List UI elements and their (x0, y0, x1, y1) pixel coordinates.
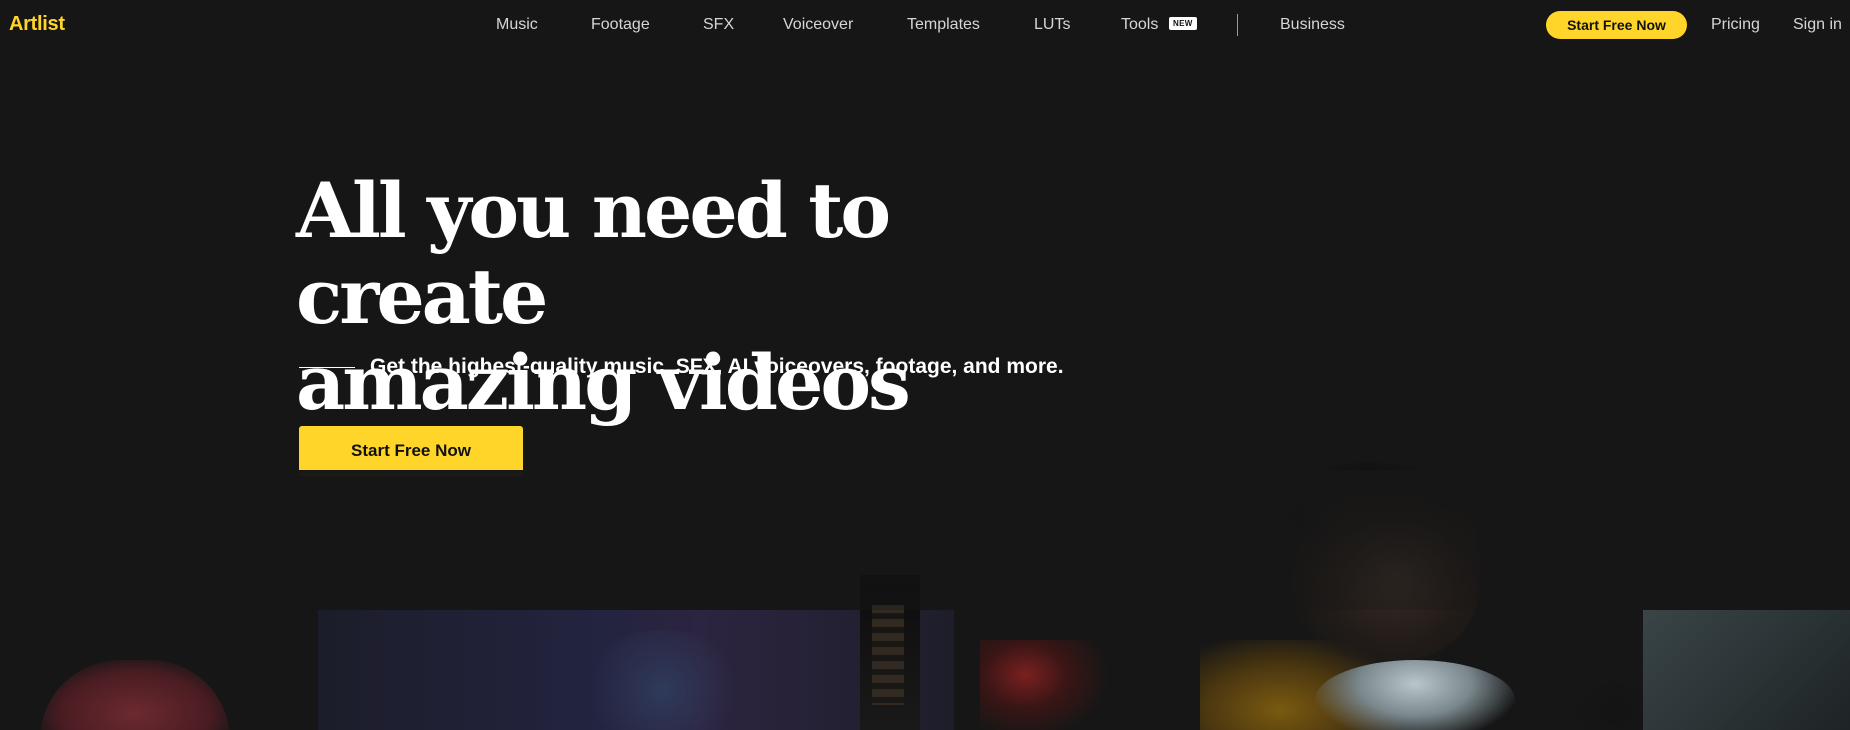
tools-new-badge: NEW (1169, 17, 1197, 30)
main-nav-links: Music Footage SFX Voiceover Templates LU… (0, 0, 1850, 50)
hero-title-line-1: All you need to create (296, 166, 891, 341)
hero-start-free-button[interactable]: Start Free Now (299, 426, 523, 476)
nav-link-footage[interactable]: Footage (591, 16, 650, 34)
strawberry-image (40, 660, 230, 730)
nav-link-music[interactable]: Music (496, 16, 538, 34)
nav-link-voiceover[interactable]: Voiceover (783, 16, 853, 34)
hero-image-collage (0, 462, 1850, 730)
page: Artlist Music Footage SFX Voiceover Temp… (0, 0, 1850, 730)
hero-subtitle: Get the highest-quality music, SFX, AI v… (370, 355, 1064, 378)
man-with-glasses-image (1255, 462, 1575, 730)
nav-link-tools[interactable]: Tools (1121, 16, 1158, 34)
nav-divider (1237, 14, 1238, 36)
hero-subtitle-row: Get the highest-quality music, SFX, AI v… (299, 355, 1064, 379)
man-face-shape (1290, 470, 1480, 660)
top-navigation: Artlist Music Footage SFX Voiceover Temp… (0, 0, 1850, 50)
nav-link-sfx[interactable]: SFX (703, 16, 734, 34)
nav-link-sign-in[interactable]: Sign in (1793, 16, 1842, 34)
subtitle-divider-line (299, 366, 355, 368)
editing-screen-image (318, 610, 954, 730)
red-hair-woman-image (980, 640, 1110, 730)
monitor-image (860, 575, 920, 730)
nav-link-business[interactable]: Business (1280, 16, 1345, 34)
hero-title-line-2: amazing videos (296, 338, 911, 427)
nav-start-free-button[interactable]: Start Free Now (1546, 11, 1687, 39)
right-screen-image (1643, 610, 1850, 730)
nav-link-templates[interactable]: Templates (907, 16, 980, 34)
nav-link-luts[interactable]: LUTs (1034, 16, 1070, 34)
nav-link-pricing[interactable]: Pricing (1711, 16, 1760, 34)
hero-title: All you need to create amazing videos (296, 168, 1116, 426)
man-shirt-shape (1315, 660, 1515, 730)
